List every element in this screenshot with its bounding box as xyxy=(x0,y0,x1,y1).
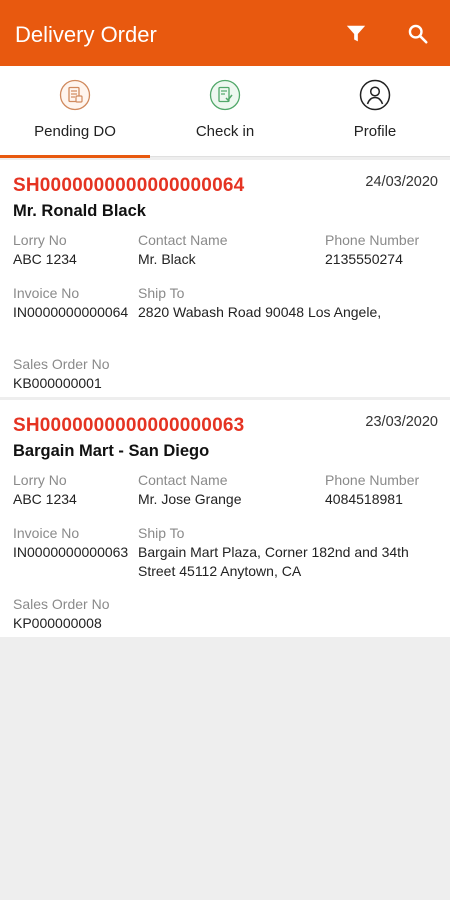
customer-name: Mr. Ronald Black xyxy=(13,202,146,220)
lorry-field: Lorry No ABC 1234 xyxy=(13,230,133,269)
checkin-document-icon xyxy=(209,79,241,111)
filter-icon[interactable] xyxy=(343,21,369,47)
order-number: SH0000000000000000063 xyxy=(13,415,245,436)
phone-label: Phone Number xyxy=(325,232,420,248)
ship-to-value: 2820 Wabash Road 90048 Los Angele, xyxy=(138,304,382,320)
active-tab-indicator xyxy=(0,155,150,158)
order-card[interactable]: SH0000000000000000064 24/03/2020 Mr. Ron… xyxy=(0,160,450,400)
lorry-field: Lorry No ABC 1234 xyxy=(13,470,133,509)
lorry-value: ABC 1234 xyxy=(13,491,77,507)
user-profile-icon xyxy=(359,79,391,111)
search-icon[interactable] xyxy=(405,21,431,47)
phone-field: Phone Number 4084518981 xyxy=(325,470,445,509)
sales-order-field: Sales Order No KP000000008 xyxy=(13,594,133,633)
sales-order-field: Sales Order No KB000000001 xyxy=(13,354,133,393)
tab-label: Pending DO xyxy=(34,123,116,140)
delivery-order-list: SH0000000000000000064 24/03/2020 Mr. Ron… xyxy=(0,160,450,640)
page-title: Delivery Order xyxy=(15,22,157,47)
tab-label: Check in xyxy=(195,123,255,140)
document-list-icon xyxy=(59,79,91,111)
sales-order-value: KB000000001 xyxy=(13,375,102,391)
invoice-value: IN0000000000064 xyxy=(13,304,129,320)
ship-to-field: Ship To Bargain Mart Plaza, Corner 182nd… xyxy=(138,523,438,581)
order-number: SH0000000000000000064 xyxy=(13,175,245,196)
tab-check-in[interactable]: Check in xyxy=(150,66,300,157)
ship-to-value: Bargain Mart Plaza, Corner 182nd and 34t… xyxy=(138,544,409,579)
customer-name: Bargain Mart - San Diego xyxy=(13,442,210,460)
tab-label: Profile xyxy=(353,123,397,140)
phone-value: 4084518981 xyxy=(325,491,403,507)
lorry-label: Lorry No xyxy=(13,472,67,488)
order-date: 24/03/2020 xyxy=(365,174,438,190)
order-date: 23/03/2020 xyxy=(365,414,438,430)
phone-label: Phone Number xyxy=(325,472,420,488)
phone-value: 2135550274 xyxy=(325,251,403,267)
sales-order-value: KP000000008 xyxy=(13,615,102,631)
invoice-field: Invoice No IN0000000000064 xyxy=(13,283,131,322)
phone-field: Phone Number 2135550274 xyxy=(325,230,445,269)
invoice-value: IN0000000000063 xyxy=(13,544,129,560)
invoice-field: Invoice No IN0000000000063 xyxy=(13,523,131,562)
tab-bar: Pending DO Check in Profile xyxy=(0,66,450,158)
ship-to-label: Ship To xyxy=(138,285,185,301)
tab-pending-do[interactable]: Pending DO xyxy=(0,66,150,158)
order-card[interactable]: SH0000000000000000063 23/03/2020 Bargain… xyxy=(0,400,450,640)
lorry-value: ABC 1234 xyxy=(13,251,77,267)
app-bar: Delivery Order xyxy=(0,0,450,66)
lorry-label: Lorry No xyxy=(13,232,67,248)
sales-order-label: Sales Order No xyxy=(13,596,110,612)
ship-to-label: Ship To xyxy=(138,525,185,541)
ship-to-field: Ship To 2820 Wabash Road 90048 Los Angel… xyxy=(138,283,438,322)
tab-profile[interactable]: Profile xyxy=(300,66,450,157)
invoice-label: Invoice No xyxy=(13,285,80,301)
invoice-label: Invoice No xyxy=(13,525,80,541)
sales-order-label: Sales Order No xyxy=(13,356,110,372)
